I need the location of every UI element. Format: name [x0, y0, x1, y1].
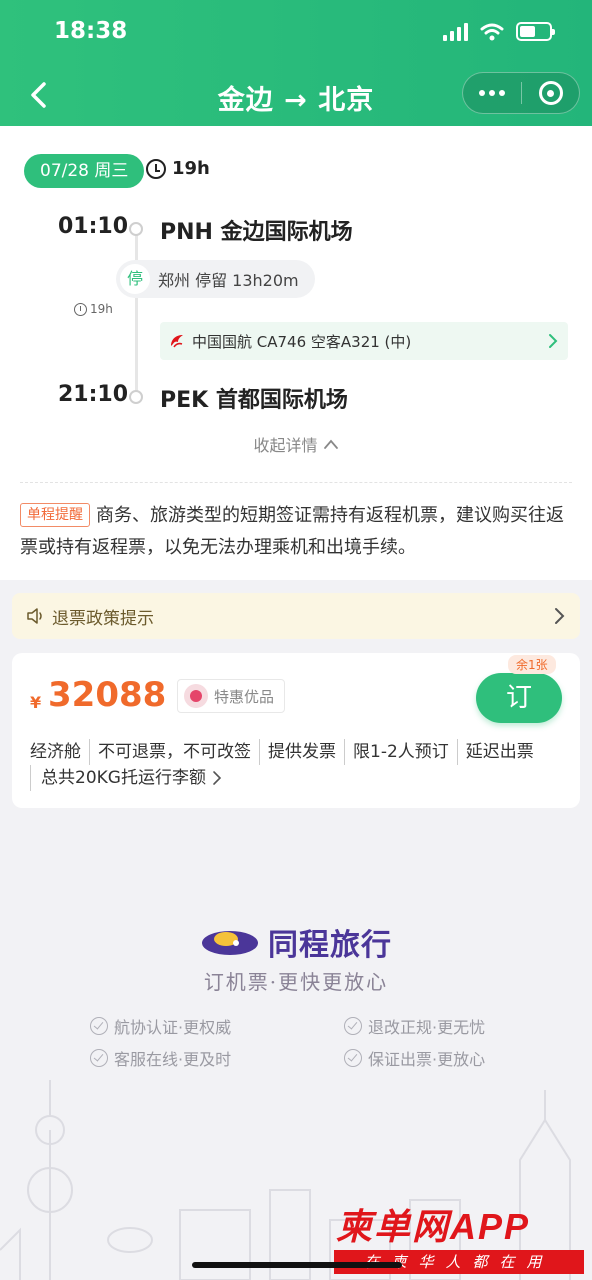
check-circle-icon	[90, 1049, 108, 1067]
fare-tag: 提供发票	[268, 739, 345, 765]
fare-tag: 不可退票，不可改签	[98, 739, 260, 765]
watermark-logo: 柬单网APP	[336, 1206, 531, 1247]
dashed-divider	[20, 482, 572, 483]
air-china-logo-icon	[171, 335, 183, 348]
clock-icon	[146, 158, 166, 179]
notice-badge: 单程提醒	[20, 503, 90, 527]
airline-info-row[interactable]: 中国国航 CA746 空客A321 (中)	[160, 322, 568, 360]
arrival-time: 21:10	[58, 382, 129, 407]
tongcheng-logo: 同程旅行	[200, 920, 392, 964]
side-duration-text: 19h	[90, 302, 113, 316]
stop-badge: 停	[120, 264, 150, 294]
fare-tag: 延迟出票	[465, 742, 534, 762]
chevron-right-icon	[213, 771, 222, 785]
chevron-up-icon	[323, 439, 338, 449]
small-clock-icon	[74, 302, 87, 316]
date-chip: 07/28 周三	[24, 154, 145, 188]
header-bar: 18:38 金边 → 北京	[0, 0, 592, 126]
feature-label: 航协认证·更权威	[114, 1018, 232, 1037]
collapse-details-button[interactable]: 收起详情	[0, 432, 592, 456]
target-icon	[538, 81, 563, 105]
close-mini-program-button[interactable]	[522, 73, 579, 113]
battery-icon	[516, 22, 555, 41]
check-circle-icon	[90, 1017, 108, 1035]
more-options-icon[interactable]	[463, 73, 521, 113]
baggage-text: 总共20KG托运行李额	[41, 768, 206, 788]
timeline-line	[135, 234, 138, 394]
feature-item: 航协认证·更权威	[90, 1014, 231, 1038]
brand-slogan: 订机票·更快更放心	[203, 970, 389, 994]
notice-text: 商务、旅游类型的短期签证需持有返程机票，建议购买往返票或持有返程票，以免无法办理…	[20, 505, 564, 558]
currency-symbol: ¥	[30, 693, 42, 712]
chevron-right-icon	[555, 608, 565, 624]
baggage-allowance-link[interactable]: 总共20KG托运行李额	[30, 765, 222, 791]
fare-card: ¥ 32088 特惠优品 订 余1张 经济舱 不可退票，不可改签 提供发票 限1-2人…	[12, 653, 580, 808]
departure-node	[129, 222, 143, 236]
feature-label: 客服在线·更及时	[114, 1050, 232, 1069]
brand-name: 同程旅行	[268, 928, 392, 963]
promo-icon	[184, 684, 208, 708]
promo-label: 特惠优品	[214, 687, 275, 706]
stopover-text: 郑州 停留 13h20m	[158, 271, 299, 290]
chevron-right-icon	[549, 334, 558, 348]
speaker-icon	[27, 608, 42, 624]
feature-item: 保证出票·更放心	[344, 1046, 485, 1070]
check-circle-icon	[344, 1017, 362, 1035]
signal-icon	[443, 22, 468, 41]
fare-tag: 限1-2人预订	[353, 739, 458, 765]
side-duration: 19h	[74, 302, 113, 316]
fare-tags: 经济舱 不可退票，不可改签 提供发票 限1-2人预订 延迟出票	[30, 739, 566, 765]
wifi-icon	[480, 23, 504, 40]
price-value: 32088	[48, 675, 167, 715]
departure-airport: PNH 金边国际机场	[160, 220, 353, 245]
fare-tag: 经济舱	[30, 739, 90, 765]
stopover-pill: 停 郑州 停留 13h20m	[116, 260, 315, 298]
feature-label: 退改正规·更无忧	[368, 1018, 486, 1037]
total-duration: 19h	[146, 158, 210, 179]
collapse-label: 收起详情	[253, 436, 318, 455]
feature-label: 保证出票·更放心	[368, 1050, 486, 1069]
airline-text: 中国国航 CA746 空客A321 (中)	[192, 332, 412, 351]
book-button[interactable]: 订	[476, 673, 562, 723]
promo-tag: 特惠优品	[177, 679, 286, 713]
arrival-node	[129, 390, 143, 404]
brand-mascot-icon	[202, 931, 258, 955]
remaining-seats-badge: 余1张	[508, 655, 556, 674]
departure-time: 01:10	[58, 214, 129, 239]
flight-detail-card: 07/28 周三 19h 01:10 PNH 金边国际机场 停 郑州 停留 13…	[0, 126, 592, 580]
home-indicator[interactable]	[192, 1262, 402, 1268]
feature-item: 客服在线·更及时	[90, 1046, 231, 1070]
total-duration-text: 19h	[172, 158, 210, 179]
feature-item: 退改正规·更无忧	[344, 1014, 485, 1038]
refund-policy-row[interactable]: 退票政策提示	[12, 593, 580, 639]
status-icons	[443, 22, 555, 41]
arrival-airport: PEK 首都国际机场	[160, 388, 348, 413]
one-way-notice: 单程提醒 商务、旅游类型的短期签证需持有返程机票，建议购买往返票或持有返程票，以免…	[20, 500, 572, 564]
check-circle-icon	[344, 1049, 362, 1067]
status-time: 18:38	[54, 18, 128, 44]
refund-policy-label: 退票政策提示	[52, 608, 154, 629]
mini-program-capsule	[462, 72, 580, 114]
